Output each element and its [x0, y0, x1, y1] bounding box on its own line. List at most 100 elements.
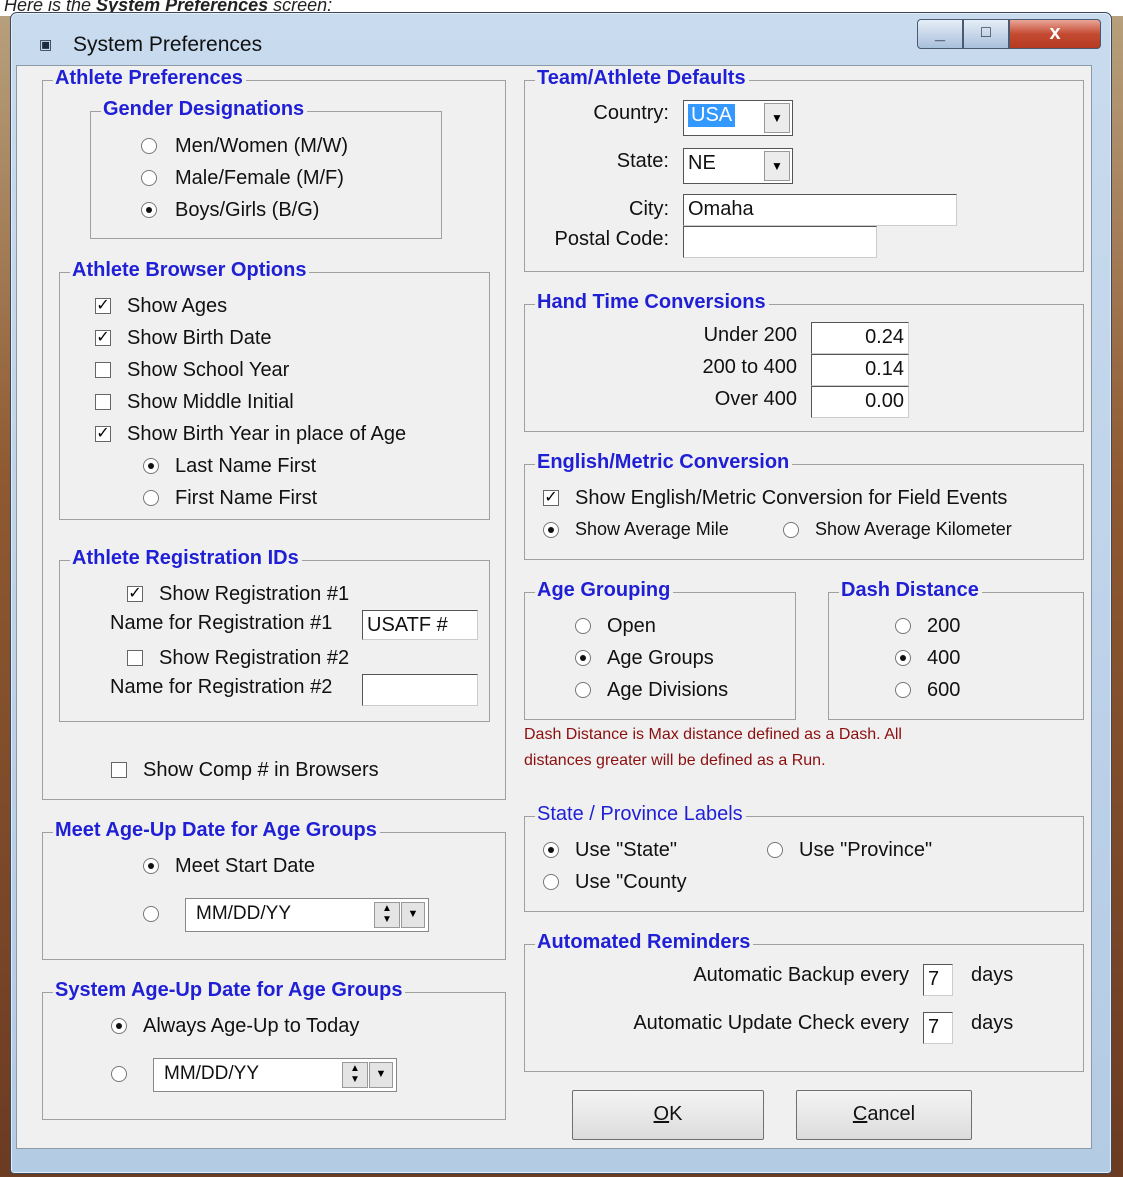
- window-icon[interactable]: ▣: [39, 37, 55, 51]
- use-state-radio[interactable]: [543, 842, 559, 858]
- name-registration-2-label: Name for Registration #2: [110, 676, 333, 698]
- show-registration-2-label: Show Registration #2: [159, 647, 350, 669]
- meet-ageup-date-picker[interactable]: MM/DD/YY ▲ ▼ ▼: [185, 898, 429, 932]
- dash-note-line-1: Dash Distance is Max distance defined as…: [524, 726, 902, 743]
- postal-code-label: Postal Code:: [554, 228, 669, 250]
- age-grouping-age-divisions-label: Age Divisions: [607, 679, 729, 701]
- gender-designations-legend: Gender Designations: [101, 98, 308, 121]
- show-registration-1-checkbox[interactable]: ✓: [127, 586, 143, 602]
- over-400-field[interactable]: 0.00: [811, 386, 909, 418]
- under-200-field[interactable]: 0.24: [811, 322, 909, 354]
- gender-male-female-label: Male/Female (M/F): [175, 167, 344, 189]
- show-comp-checkbox[interactable]: [111, 762, 127, 778]
- use-province-radio[interactable]: [767, 842, 783, 858]
- gender-men-women-radio[interactable]: [141, 138, 157, 154]
- title-bar[interactable]: ▣ System Preferences _ □ x: [11, 13, 1111, 56]
- age-grouping-open-label: Open: [607, 615, 656, 637]
- show-average-km-radio[interactable]: [783, 522, 799, 538]
- state-dropdown-arrow-icon[interactable]: ▼: [764, 151, 790, 181]
- last-name-first-radio[interactable]: [143, 458, 159, 474]
- show-birth-date-checkbox[interactable]: ✓: [95, 330, 111, 346]
- first-name-first-label: First Name First: [175, 487, 318, 509]
- state-province-labels-group: State / Province Labels: [524, 803, 1084, 912]
- show-school-year-checkbox[interactable]: [95, 362, 111, 378]
- meet-ageup-dropdown-arrow-icon[interactable]: ▼: [401, 902, 425, 928]
- dash-400-label: 400: [927, 647, 961, 669]
- show-school-year-label: Show School Year: [127, 359, 290, 381]
- meet-start-date-radio[interactable]: [143, 858, 159, 874]
- country-dropdown-arrow-icon[interactable]: ▼: [764, 103, 790, 133]
- name-registration-2-field[interactable]: [362, 674, 478, 706]
- automatic-update-field[interactable]: 7: [923, 1012, 953, 1044]
- city-label: City:: [629, 198, 669, 220]
- gender-boys-girls-radio[interactable]: [141, 202, 157, 218]
- show-ages-checkbox[interactable]: ✓: [95, 298, 111, 314]
- window-title: System Preferences: [73, 33, 263, 56]
- city-field[interactable]: Omaha: [683, 194, 957, 226]
- dialog-client-area: Athlete Preferences Gender Designations …: [16, 65, 1092, 1149]
- automatic-backup-unit: days: [971, 964, 1014, 986]
- show-ages-label: Show Ages: [127, 295, 228, 317]
- under-200-label: Under 200: [703, 324, 797, 346]
- show-conversion-checkbox[interactable]: ✓: [543, 490, 559, 506]
- show-average-mile-label: Show Average Mile: [575, 519, 729, 539]
- show-birth-date-label: Show Birth Date: [127, 327, 272, 349]
- gender-male-female-radio[interactable]: [141, 170, 157, 186]
- age-grouping-age-groups-label: Age Groups: [607, 647, 714, 669]
- maximize-button[interactable]: □: [963, 19, 1009, 49]
- age-grouping-open-radio[interactable]: [575, 618, 591, 634]
- athlete-preferences-legend: Athlete Preferences: [53, 67, 246, 90]
- age-grouping-age-divisions-radio[interactable]: [575, 682, 591, 698]
- over-400-label: Over 400: [714, 388, 797, 410]
- automatic-update-label: Automatic Update Check every: [633, 1012, 909, 1034]
- dash-note-line-2: distances greater will be defined as a R…: [524, 752, 826, 769]
- system-ageup-spin-button[interactable]: ▲ ▼: [342, 1062, 368, 1088]
- state-dropdown[interactable]: NE ▼: [683, 148, 793, 184]
- show-middle-initial-checkbox[interactable]: [95, 394, 111, 410]
- use-county-radio[interactable]: [543, 874, 559, 890]
- english-metric-group: English/Metric Conversion: [524, 451, 1084, 560]
- dash-200-label: 200: [927, 615, 961, 637]
- name-registration-1-field[interactable]: USATF #: [362, 610, 478, 640]
- close-button[interactable]: x: [1009, 19, 1101, 49]
- last-name-first-label: Last Name First: [175, 455, 317, 477]
- automatic-backup-field[interactable]: 7: [923, 964, 953, 996]
- team-athlete-defaults-legend: Team/Athlete Defaults: [535, 67, 749, 90]
- show-birth-year-checkbox[interactable]: ✓: [95, 426, 111, 442]
- automated-reminders-legend: Automated Reminders: [535, 931, 754, 954]
- show-middle-initial-label: Show Middle Initial: [127, 391, 294, 413]
- system-ageup-date-picker[interactable]: MM/DD/YY ▲ ▼ ▼: [153, 1058, 397, 1092]
- meet-ageup-date-value: MM/DD/YY: [196, 903, 291, 924]
- name-registration-1-label: Name for Registration #1: [110, 612, 333, 634]
- dash-200-radio[interactable]: [895, 618, 911, 634]
- show-average-km-label: Show Average Kilometer: [815, 519, 1012, 539]
- state-value: NE: [688, 152, 716, 174]
- gender-boys-girls-label: Boys/Girls (B/G): [175, 199, 320, 221]
- age-grouping-age-groups-radio[interactable]: [575, 650, 591, 666]
- english-metric-legend: English/Metric Conversion: [535, 451, 793, 474]
- postal-code-field[interactable]: [683, 226, 877, 258]
- 200-to-400-field[interactable]: 0.14: [811, 354, 909, 386]
- country-dropdown[interactable]: USA ▼: [683, 100, 793, 136]
- dash-400-radio[interactable]: [895, 650, 911, 666]
- meet-ageup-spin-button[interactable]: ▲ ▼: [374, 902, 400, 928]
- use-county-label: Use "County: [575, 871, 687, 893]
- show-registration-2-checkbox[interactable]: [127, 650, 143, 666]
- dash-distance-legend: Dash Distance: [839, 579, 982, 602]
- system-ageup-dropdown-arrow-icon[interactable]: ▼: [369, 1062, 393, 1088]
- always-ageup-today-radio[interactable]: [111, 1018, 127, 1034]
- dash-600-radio[interactable]: [895, 682, 911, 698]
- meet-ageup-group: Meet Age-Up Date for Age Groups: [42, 819, 506, 960]
- system-ageup-date-value: MM/DD/YY: [164, 1063, 259, 1084]
- first-name-first-radio[interactable]: [143, 490, 159, 506]
- show-average-mile-radio[interactable]: [543, 522, 559, 538]
- system-custom-date-radio[interactable]: [111, 1066, 127, 1082]
- cancel-button[interactable]: Cancel: [796, 1090, 972, 1140]
- minimize-button[interactable]: _: [917, 19, 963, 49]
- minimize-icon: _: [934, 23, 945, 43]
- ok-button[interactable]: OK: [572, 1090, 764, 1140]
- automatic-backup-label: Automatic Backup every: [693, 964, 909, 986]
- state-label: State:: [616, 150, 669, 172]
- gender-men-women-label: Men/Women (M/W): [175, 135, 348, 157]
- meet-custom-date-radio[interactable]: [143, 906, 159, 922]
